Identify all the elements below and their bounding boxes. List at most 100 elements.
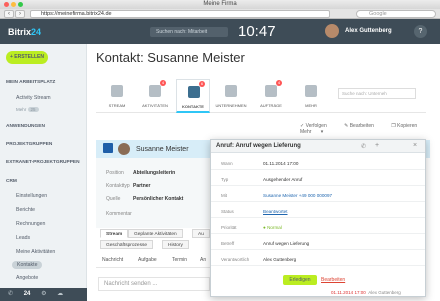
address-bar[interactable]: https://meinefirma.bitrix24.de	[30, 10, 330, 18]
phone-icon[interactable]: ✆	[8, 291, 13, 297]
popup-row: Betreff Anruf wegen Lieferung	[211, 238, 425, 250]
activity-popup: Anruf: Anruf wegen Lieferung ✆ + × Wann 0…	[210, 139, 426, 297]
tab-mehr[interactable]: MEHR	[294, 79, 328, 113]
browser-title-bar: Meine Firma	[0, 0, 440, 9]
popup-row: Wann 01.11.2014 17:00	[211, 158, 425, 170]
more-icon	[305, 85, 317, 97]
stream-icon	[111, 85, 123, 97]
portal-search-input[interactable]: Suchen nach: Mitarbeit	[150, 27, 228, 37]
detail-label: Kontakttyp	[106, 183, 130, 189]
popup-header: Anruf: Anruf wegen Lieferung ✆ + ×	[211, 140, 425, 153]
detail-label: Quelle	[106, 196, 121, 202]
b24-badge[interactable]: 24	[24, 291, 31, 297]
section-extranet[interactable]: EXTRANET-PROJEKTGRUPPEN	[6, 160, 80, 165]
portal-header: Bitrix24 Suchen nach: Mitarbeit 10:47 Al…	[0, 19, 440, 44]
back-button[interactable]: ‹	[4, 10, 14, 18]
sidebar-item-angebote[interactable]: Angebote	[16, 275, 38, 281]
status-link[interactable]: Beantwortet	[263, 209, 288, 214]
companies-icon	[225, 85, 237, 97]
sidebar-item-more[interactable]: Mehr 25	[16, 107, 39, 112]
popup-row: Status Beantwortet	[211, 206, 425, 218]
detail-value: Abteilungsleiterin	[133, 170, 176, 176]
popup-row: Verantwortlich Alex Guttenberg	[211, 254, 425, 266]
sidebar-item-einstellungen[interactable]: Einstellungen	[16, 193, 47, 199]
window-title: Meine Firma	[203, 1, 237, 7]
more-button[interactable]: Mehr ▾	[300, 129, 323, 135]
more-count-badge: 25	[27, 107, 39, 112]
contact-details: Position Abteilungsleiterin Kontakttyp P…	[96, 158, 210, 228]
add-icon[interactable]: +	[375, 142, 379, 149]
sidebar-item-meine-aktivitaeten[interactable]: Meine Aktivitäten	[16, 249, 55, 255]
composer-tabs: Nachricht Aufgabe Termin An	[96, 254, 210, 268]
close-icon[interactable]: ×	[413, 142, 417, 149]
contact-photo[interactable]	[118, 143, 130, 155]
minimize-window-button[interactable]	[11, 2, 16, 7]
browser-toolbar: ‹ › https://meinefirma.bitrix24.de Googl…	[0, 9, 440, 19]
detail-label: Kommentar	[106, 211, 132, 217]
sidebar-item-leads[interactable]: Leads	[16, 235, 30, 241]
detail-value: Partner	[133, 183, 151, 189]
cloud-icon[interactable]: ☁	[57, 291, 63, 297]
close-window-button[interactable]	[4, 2, 9, 7]
action-bar: ✓ Verfolgen ✎ Bearbeiten ❐ Kopieren Mehr…	[300, 123, 440, 135]
tab-badge: 4	[160, 80, 166, 86]
section-apps[interactable]: ANWENDUNGEN	[6, 124, 45, 129]
sidebar-item-activity-stream[interactable]: Activity Stream	[16, 95, 51, 101]
bitrix24-logo[interactable]: Bitrix24	[8, 27, 41, 37]
tab-history[interactable]: History	[162, 240, 189, 249]
contact-link[interactable]: Susanne Meister +49 000 000097	[263, 193, 332, 198]
tab-more-truncated[interactable]: Au	[192, 229, 210, 238]
tab-geplante-aktivitaeten[interactable]: Geplante Aktivitäten	[128, 229, 183, 238]
tab-badge: 4	[276, 80, 282, 86]
user-avatar[interactable]	[325, 24, 339, 38]
tab-stream-panel[interactable]: Stream	[100, 229, 129, 238]
sidebar-item-berichte[interactable]: Berichte	[16, 207, 35, 213]
activities-icon	[149, 85, 161, 97]
clock[interactable]: 10:47	[238, 23, 276, 40]
contact-type-icon	[103, 143, 113, 153]
tab-badge: 6	[199, 81, 205, 87]
edit-link[interactable]: Bearbeiten	[321, 277, 345, 283]
page-title: Kontakt: Susanne Meister	[96, 50, 245, 65]
forward-button[interactable]: ›	[15, 10, 25, 18]
subtab-nachricht[interactable]: Nachricht	[102, 257, 123, 263]
sidebar-item-kontakte[interactable]: Kontakte	[12, 261, 43, 269]
detail-value: Persönlicher Kontakt	[133, 196, 184, 202]
settings-icon[interactable]: ⚙	[41, 291, 46, 297]
subtab-aufgabe[interactable]: Aufgabe	[138, 257, 157, 263]
create-button[interactable]: + ERSTELLEN	[6, 51, 48, 64]
tab-geschaeftsprozesse[interactable]: Geschäftsprozesse	[100, 240, 154, 249]
phone-icon: ✆	[361, 144, 367, 150]
complete-button[interactable]: Erledigen	[283, 275, 317, 285]
tab-unternehmen[interactable]: UNTERNEHMEN	[214, 79, 248, 113]
contact-name: Susanne Meister	[136, 146, 189, 153]
zoom-window-button[interactable]	[18, 2, 23, 7]
tab-auftraege[interactable]: 4 AUFTRÄGE	[254, 79, 288, 113]
popup-row: Mit Susanne Meister +49 000 000097	[211, 190, 425, 202]
sidebar: + ERSTELLEN MEIN ARBEITSPLATZ Activity S…	[0, 44, 87, 301]
section-crm[interactable]: CRM	[6, 179, 17, 184]
google-search-input[interactable]: Google	[356, 10, 436, 18]
detail-label: Position	[106, 170, 124, 176]
user-name[interactable]: Alex Guttenberg	[345, 28, 392, 34]
section-workspace[interactable]: MEIN ARBEITSPLATZ	[6, 80, 55, 85]
tab-aktivitaeten[interactable]: 4 AKTIVITÄTEN	[138, 79, 172, 113]
popup-row: Priorität ● Normal	[211, 222, 425, 234]
tab-kontakte[interactable]: 6 KONTAKTE	[176, 79, 210, 113]
tab-stream[interactable]: STREAM	[100, 79, 134, 113]
priority-value: ● Normal	[263, 225, 282, 230]
popup-row: Typ Ausgehender Anruf	[211, 174, 425, 186]
copy-button[interactable]: ❐ Kopieren	[391, 123, 425, 129]
subtab-termin[interactable]: Termin	[172, 257, 187, 263]
sidebar-footer: ✆ 24 ⚙ ☁	[0, 288, 87, 301]
crm-search-input[interactable]: Suche nach: Unterneh	[338, 88, 416, 99]
help-button[interactable]: ?	[414, 25, 427, 38]
contacts-icon	[188, 86, 200, 98]
deals-icon	[265, 85, 277, 97]
popup-footer: 01.11.2014 17:00 Alex Guttenberg	[331, 290, 401, 295]
section-projects[interactable]: PROJEKTGRUPPEN	[6, 142, 52, 147]
edit-button[interactable]: ✎ Bearbeiten	[344, 123, 382, 129]
sidebar-item-rechnungen[interactable]: Rechnungen	[16, 221, 45, 227]
message-input[interactable]: Nachricht senden ...	[98, 277, 210, 291]
subtab-more[interactable]: An	[200, 257, 206, 263]
